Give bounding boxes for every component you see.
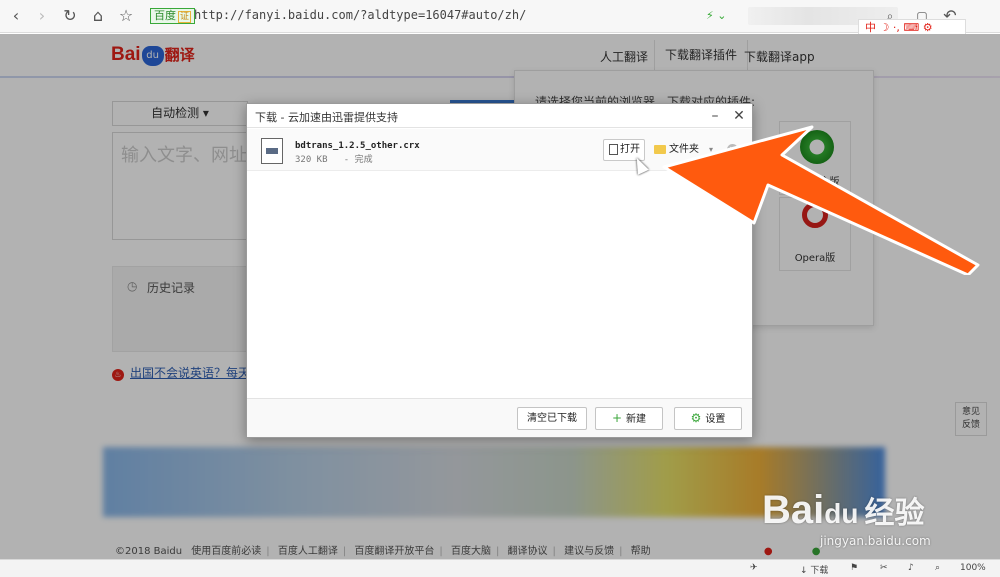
baidu-jingyan-watermark: Baidu 经验 jingyan.baidu.com: [762, 488, 931, 548]
home-icon[interactable]: ⌂: [88, 6, 108, 26]
gear-icon: ⚙: [690, 411, 702, 425]
document-icon: [609, 144, 618, 155]
sound-icon[interactable]: ♪: [908, 563, 914, 573]
clear-downloaded-button[interactable]: 清空已下载: [517, 407, 587, 430]
screenshot-icon[interactable]: ✂: [880, 563, 888, 573]
site-verified-badge: 百度证: [150, 8, 196, 24]
crx-file-icon: [261, 138, 283, 164]
dialog-footer: 清空已下载 + 新建 ⚙ 设置: [247, 398, 752, 437]
minimize-icon[interactable]: –: [705, 106, 725, 126]
address-bar[interactable]: 百度证 http://fanyi.baidu.com/?aldtype=1604…: [148, 5, 738, 27]
forward-arrow-icon[interactable]: ›: [32, 6, 52, 26]
download-file-name: bdtrans_1.2.5_other.crx: [295, 141, 420, 151]
back-arrow-icon[interactable]: ‹: [6, 6, 26, 26]
flag-icon[interactable]: ⚑: [850, 563, 858, 573]
url-text[interactable]: http://fanyi.baidu.com/?aldtype=16047#au…: [194, 8, 526, 22]
star-icon[interactable]: ☆: [116, 6, 136, 26]
download-file-meta: 320 KB - 完成: [295, 155, 373, 165]
plus-icon: +: [611, 411, 623, 425]
new-download-button[interactable]: + 新建: [595, 407, 663, 430]
zoom-level[interactable]: 100%: [960, 563, 986, 573]
browser-statusbar: ✈ ↓ 下载 ⚑ ✂ ♪ ⌕ 100%: [0, 559, 1000, 577]
rocket-icon[interactable]: ✈: [750, 563, 758, 573]
zoom-icon[interactable]: ⌕: [935, 563, 940, 573]
close-icon[interactable]: ✕: [729, 106, 749, 126]
download-status[interactable]: ↓ 下载: [800, 563, 828, 576]
orange-arrow-icon: [662, 125, 980, 275]
lightning-icon[interactable]: ⚡ ⌄: [706, 9, 726, 22]
dialog-title: 下载 - 云加速由迅雷提供支持: [255, 111, 398, 124]
refresh-icon[interactable]: ↻: [60, 6, 80, 26]
browser-toolbar: ‹ › ↻ ⌂ ☆ 百度证 http://fanyi.baidu.com/?al…: [0, 0, 1000, 37]
settings-button[interactable]: ⚙ 设置: [674, 407, 742, 430]
